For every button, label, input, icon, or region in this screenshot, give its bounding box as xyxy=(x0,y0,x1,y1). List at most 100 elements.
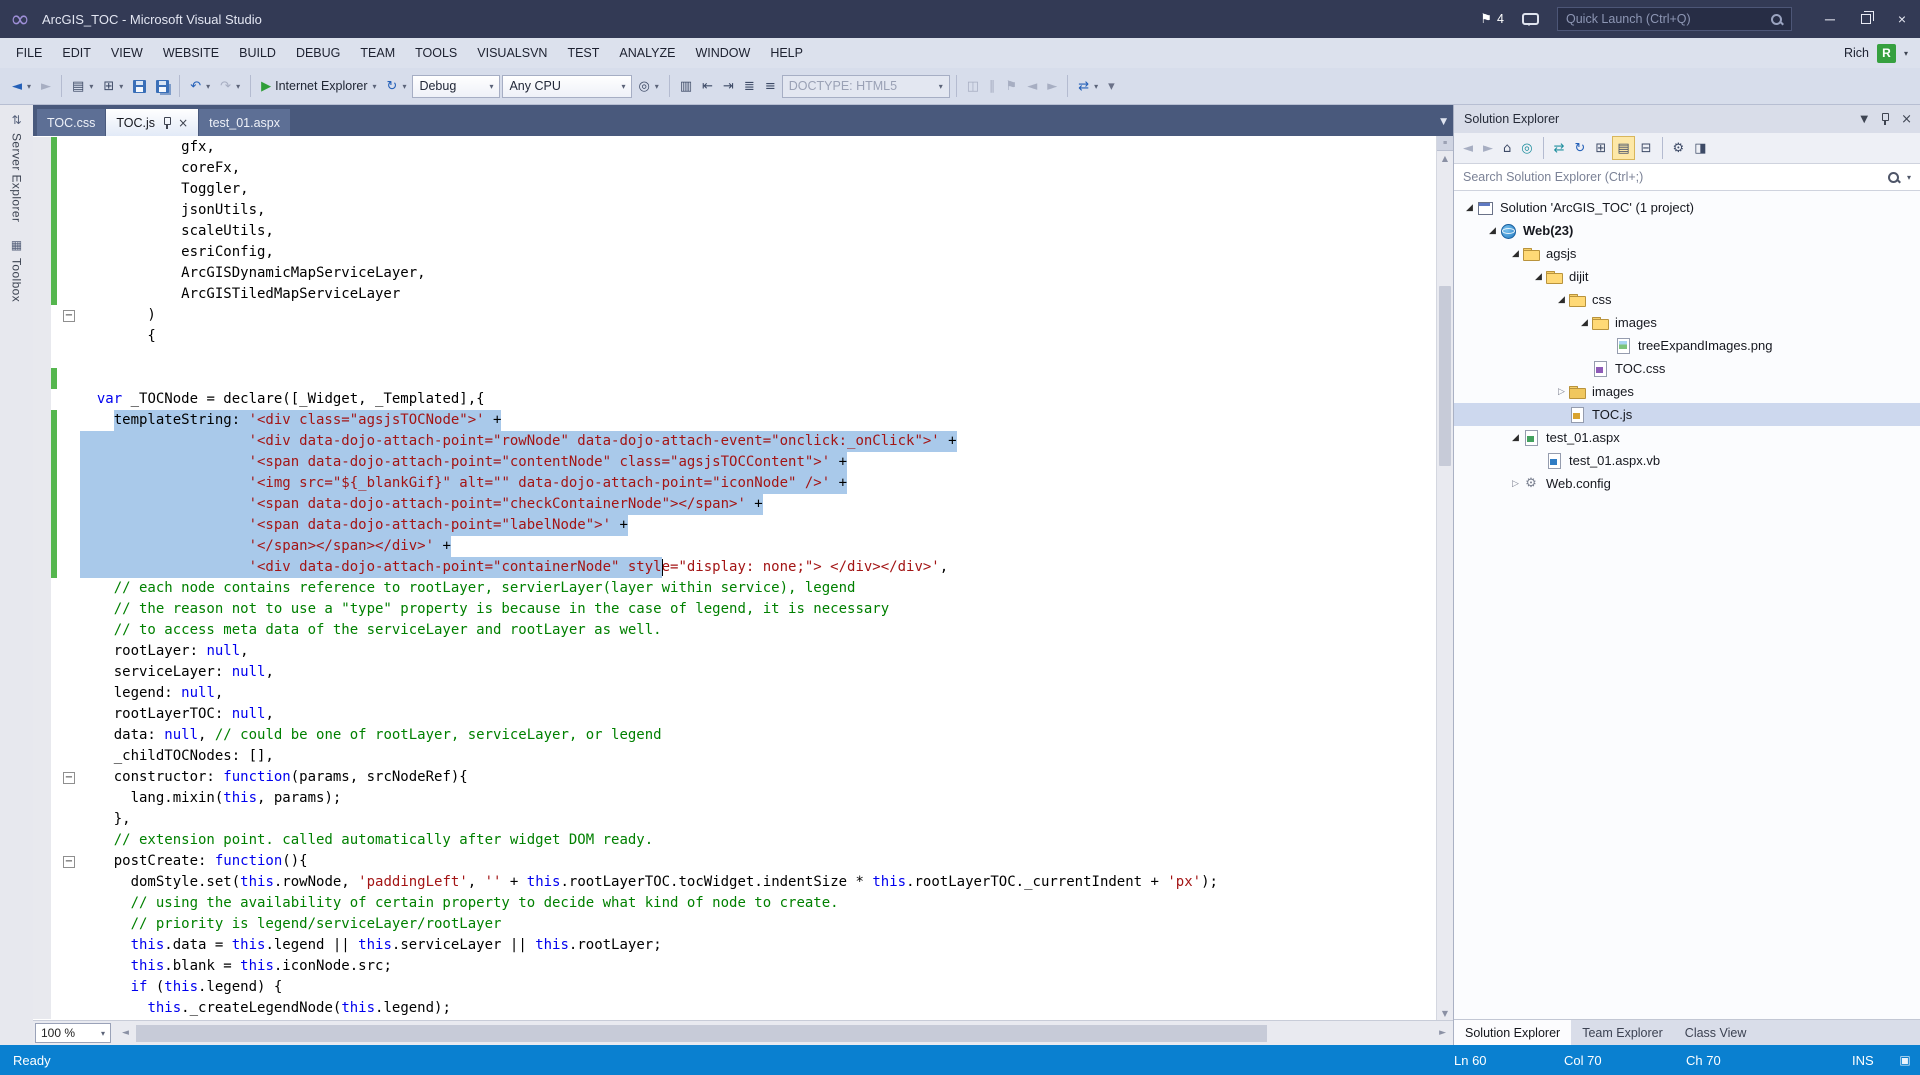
undo[interactable]: ↶ ▾ xyxy=(186,73,214,99)
code-line[interactable]: '<div data-dojo-attach-point="containerN… xyxy=(33,557,1436,578)
code-line[interactable]: scaleUtils, xyxy=(33,221,1436,242)
code-line[interactable]: − ) xyxy=(33,305,1436,326)
solution-search-input[interactable]: Search Solution Explorer (Ctrl+;) ▾ xyxy=(1454,164,1920,191)
tree-item-web-config[interactable]: ▷ ⚙ Web.config xyxy=(1454,472,1920,495)
save[interactable] xyxy=(129,73,150,99)
breakpoint-margin[interactable] xyxy=(33,725,51,746)
close-tab-icon[interactable]: × xyxy=(178,116,188,130)
panel-tab-solution-explorer[interactable]: Solution Explorer xyxy=(1454,1020,1572,1045)
tree-item-agsjs[interactable]: ◢ agsjs xyxy=(1454,242,1920,265)
breakpoint-margin[interactable] xyxy=(33,389,51,410)
menu-item-debug[interactable]: DEBUG xyxy=(286,38,350,68)
breakpoint-margin[interactable] xyxy=(33,515,51,536)
tree-item-dijit[interactable]: ◢ dijit xyxy=(1454,265,1920,288)
breakpoint-margin[interactable] xyxy=(33,809,51,830)
breakpoint-margin[interactable] xyxy=(33,956,51,977)
se-switch-views[interactable]: ◎ xyxy=(1517,136,1536,160)
code-line[interactable]: ArcGISDynamicMapServiceLayer, xyxy=(33,263,1436,284)
breakpoint-margin[interactable] xyxy=(33,851,51,872)
menu-item-team[interactable]: TEAM xyxy=(350,38,405,68)
quick-launch-input[interactable]: Quick Launch (Ctrl+Q) xyxy=(1557,7,1792,31)
menu-item-website[interactable]: WEBSITE xyxy=(153,38,229,68)
code-line[interactable]: // extension point. called automatically… xyxy=(33,830,1436,851)
breakpoint-margin[interactable] xyxy=(33,935,51,956)
tree-item-test-01-aspx[interactable]: ◢ test_01.aspx xyxy=(1454,426,1920,449)
code-line[interactable]: // the reason not to use a "type" proper… xyxy=(33,599,1436,620)
breakpoint-margin[interactable] xyxy=(33,410,51,431)
code-line[interactable]: serviceLayer: null, xyxy=(33,662,1436,683)
tree-item-treeexpandimages-png[interactable]: treeExpandImages.png xyxy=(1454,334,1920,357)
breakpoint-margin[interactable] xyxy=(33,620,51,641)
horizontal-scroll-track[interactable] xyxy=(134,1021,1434,1045)
se-refresh[interactable]: ↻ xyxy=(1571,136,1590,160)
increase-indent[interactable]: ⇥ xyxy=(719,73,738,99)
restore-button[interactable] xyxy=(1848,0,1884,38)
feedback-icon[interactable] xyxy=(1522,13,1539,26)
close-button[interactable]: × xyxy=(1884,0,1920,38)
code-line[interactable]: legend: null, xyxy=(33,683,1436,704)
breakpoint-margin[interactable] xyxy=(33,998,51,1019)
code-line[interactable]: templateString: '<div class="agsjsTOCNod… xyxy=(33,410,1436,431)
scroll-up-icon[interactable]: ▲ xyxy=(1437,151,1453,165)
collapse-region-icon[interactable]: − xyxy=(63,771,75,784)
chevron-down-icon[interactable]: ▾ xyxy=(1904,49,1908,58)
menu-item-help[interactable]: HELP xyxy=(760,38,813,68)
collapse-expander-icon[interactable]: ◢ xyxy=(1508,249,1523,259)
breakpoint-margin[interactable] xyxy=(33,305,51,326)
next-bookmark[interactable]: ► xyxy=(1043,73,1061,99)
breakpoint-margin[interactable] xyxy=(33,242,51,263)
start-debugging[interactable]: ▶ Internet Explorer ▾ xyxy=(257,73,380,99)
breakpoint-margin[interactable] xyxy=(33,683,51,704)
pin-icon[interactable] xyxy=(162,116,172,130)
se-navigate-back[interactable]: ◄ xyxy=(1459,136,1477,160)
tree-item-images[interactable]: ▷ images xyxy=(1454,380,1920,403)
save-all[interactable] xyxy=(152,73,173,99)
se-navigate-forward[interactable]: ► xyxy=(1479,136,1497,160)
collapse-region-icon[interactable]: − xyxy=(63,309,75,322)
code-line[interactable]: this.data = this.legend || this.serviceL… xyxy=(33,935,1436,956)
code-line[interactable]: data: null, // could be one of rootLayer… xyxy=(33,725,1436,746)
browser-link-refresh[interactable]: ↻ ▾ xyxy=(383,73,411,99)
toggle-bookmark[interactable]: ⚑ xyxy=(1002,73,1022,99)
collapse-expander-icon[interactable]: ◢ xyxy=(1462,203,1477,213)
breakpoint-margin[interactable] xyxy=(33,158,51,179)
code-line[interactable]: // to access meta data of the serviceLay… xyxy=(33,620,1436,641)
tree-item-toc-css[interactable]: TOC.css xyxy=(1454,357,1920,380)
scroll-right-icon[interactable]: ► xyxy=(1434,1028,1451,1038)
code-line[interactable]: // using the availability of certain pro… xyxy=(33,893,1436,914)
breakpoint-margin[interactable] xyxy=(33,641,51,662)
menu-item-visualsvn[interactable]: VISUALSVN xyxy=(467,38,557,68)
breakpoint-margin[interactable] xyxy=(33,599,51,620)
breakpoint-margin[interactable] xyxy=(33,830,51,851)
avatar[interactable]: R xyxy=(1876,43,1896,63)
code-line[interactable]: ArcGISTiledMapServiceLayer xyxy=(33,284,1436,305)
menu-item-file[interactable]: FILE xyxy=(6,38,52,68)
se-preview-selected[interactable]: ◨ xyxy=(1690,136,1710,160)
code-line[interactable]: esriConfig, xyxy=(33,242,1436,263)
code-line[interactable]: − constructor: function(params, srcNodeR… xyxy=(33,767,1436,788)
breakpoint-margin[interactable] xyxy=(33,137,51,158)
code-line[interactable]: _childTOCNodes: [], xyxy=(33,746,1436,767)
uncomment-selection[interactable]: ≡ xyxy=(761,73,780,99)
code-line[interactable] xyxy=(33,368,1436,389)
code-line[interactable]: { xyxy=(33,326,1436,347)
navigate-backward[interactable]: ◄ ▾ xyxy=(8,73,35,99)
redo[interactable]: ↷ ▾ xyxy=(216,73,244,99)
minimize-button[interactable]: ─ xyxy=(1812,0,1848,38)
breakpoint-margin[interactable] xyxy=(33,347,51,368)
code-line[interactable]: // each node contains reference to rootL… xyxy=(33,578,1436,599)
code-line[interactable]: rootLayerTOC: null, xyxy=(33,704,1436,725)
code-line[interactable]: '<span data-dojo-attach-point="checkCont… xyxy=(33,494,1436,515)
status-corner-icon[interactable]: ▣ xyxy=(1890,1053,1920,1067)
se-show-all-files[interactable]: ▤ xyxy=(1612,136,1635,160)
code-line[interactable]: Toggler, xyxy=(33,179,1436,200)
find-in-files[interactable]: ◎ ▾ xyxy=(634,73,662,99)
menu-item-analyze[interactable]: ANALYZE xyxy=(609,38,685,68)
menu-item-window[interactable]: WINDOW xyxy=(685,38,760,68)
code-line[interactable]: if (this.legend) { xyxy=(33,977,1436,998)
code-line[interactable]: coreFx, xyxy=(33,158,1436,179)
breakpoint-margin[interactable] xyxy=(33,494,51,515)
horizontal-scrollbar[interactable]: 100 % ▾ ◄ ► xyxy=(33,1020,1453,1045)
code-line[interactable]: lang.mixin(this, params); xyxy=(33,788,1436,809)
se-new-view[interactable]: ⊞ xyxy=(1591,136,1610,160)
